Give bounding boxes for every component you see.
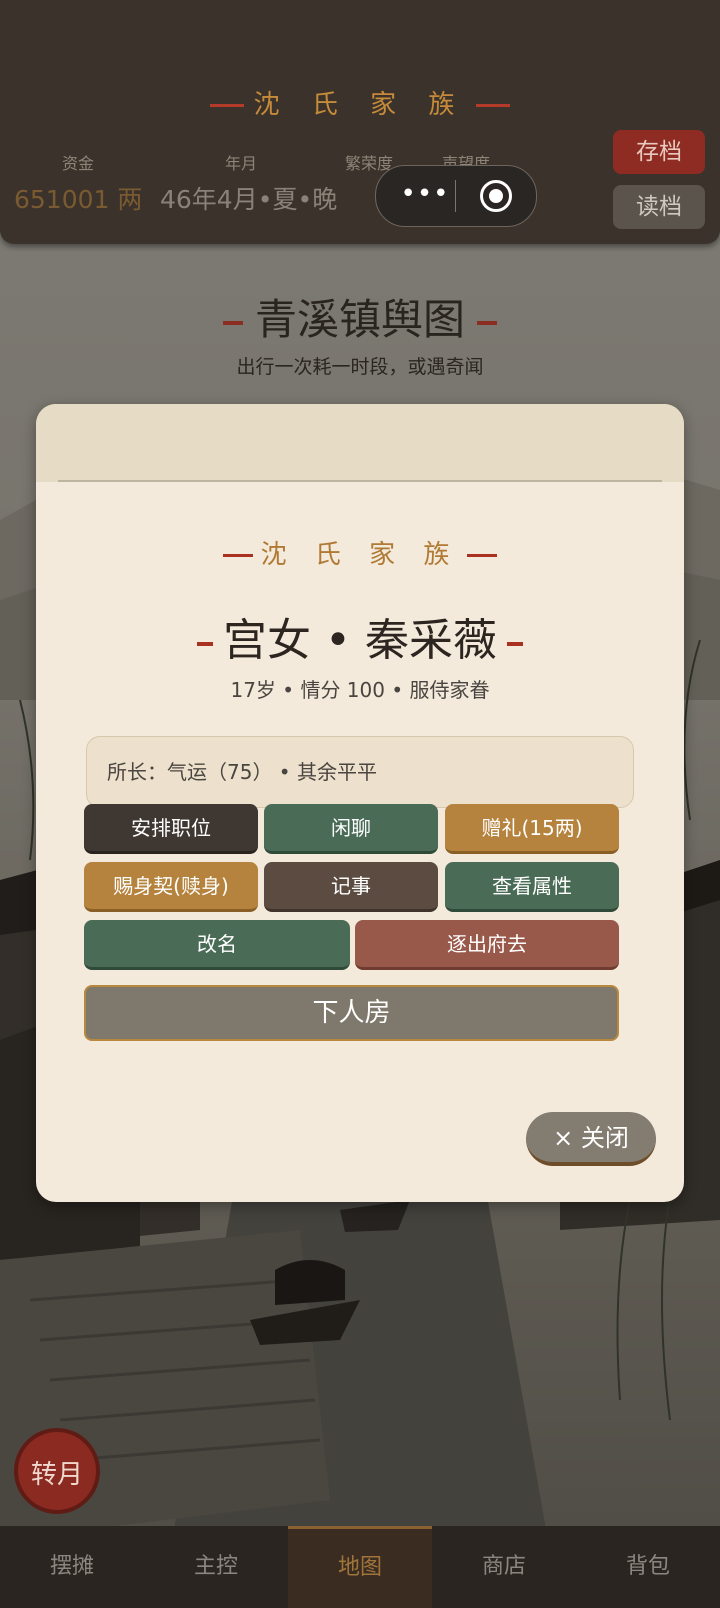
record-button[interactable]: 记事 [264,862,438,912]
close-icon: × [553,1124,574,1152]
next-month-button[interactable]: 转月 [14,1428,100,1514]
character-dialog: 沈 氏 家 族 宫女 • 秦采薇 17岁 • 情分 100 • 服侍家眷 所长：… [36,404,684,1202]
chat-button[interactable]: 闲聊 [264,804,438,854]
character-name: 宫女 • 秦采薇 [36,604,684,668]
map-title-dash-right [477,321,497,325]
dialog-header-divider [58,480,662,482]
character-talent-box: 所长：气运（75） • 其余平平 [86,736,634,808]
character-info: 17岁 • 情分 100 • 服侍家眷 [230,678,490,702]
map-subtitle: 出行一次耗一时段，或遇奇闻 [236,356,484,378]
stat-value-funds: 651001 两 [14,185,143,214]
dialog-family-dash-left [222,554,253,557]
map-title-dash-left [222,321,243,325]
bottom-nav: 摆摊 主控 地图 商店 背包 [0,1526,720,1608]
family-title: 沈 氏 家 族 [0,84,720,121]
mini-program-capsule: ••• [375,165,537,227]
nav-item-control[interactable]: 主控 [144,1526,288,1608]
servants-room-button[interactable]: 下人房 [84,985,619,1041]
stat-label-date: 年月 [225,154,258,173]
top-header: 沈 氏 家 族 资金 年月 繁荣度 声望度 651001 两 46年4月•夏•晚… [0,0,720,244]
save-button[interactable]: 存档 [613,130,705,174]
dialog-family-title: 沈 氏 家 族 [36,534,684,571]
dialog-family-name: 沈 氏 家 族 [260,540,460,570]
expel-button[interactable]: 逐出府去 [355,920,619,970]
assign-position-button[interactable]: 安排职位 [84,804,258,854]
release-contract-button[interactable]: 赐身契(赎身) [84,862,258,912]
close-button[interactable]: × 关闭 [526,1112,656,1166]
nav-item-stall[interactable]: 摆摊 [0,1526,144,1608]
close-label: 关闭 [580,1124,629,1152]
more-menu-icon[interactable]: ••• [396,166,454,226]
gift-button[interactable]: 赠礼(15两) [445,804,619,854]
stat-value-date: 46年4月•夏•晚 [160,185,338,214]
family-name: 沈 氏 家 族 [253,90,467,120]
name-dash-right [506,641,523,646]
character-name-text: 宫女 • 秦采薇 [223,615,497,666]
nav-item-backpack[interactable]: 背包 [576,1526,720,1608]
capsule-divider [455,180,456,212]
map-title: 青溪镇舆图 [0,286,720,347]
dialog-header-band [36,404,684,482]
stat-label-funds: 资金 [62,154,95,173]
load-button[interactable]: 读档 [613,185,705,229]
title-dash-right [476,104,511,107]
view-attributes-button[interactable]: 查看属性 [445,862,619,912]
nav-item-shop[interactable]: 商店 [432,1526,576,1608]
map-title-text: 青溪镇舆图 [254,295,465,344]
name-dash-left [197,641,214,646]
dialog-family-dash-right [467,554,498,557]
close-miniprogram-icon[interactable] [480,180,512,212]
title-dash-left [209,104,244,107]
nav-item-map[interactable]: 地图 [288,1526,432,1608]
rename-button[interactable]: 改名 [84,920,350,970]
